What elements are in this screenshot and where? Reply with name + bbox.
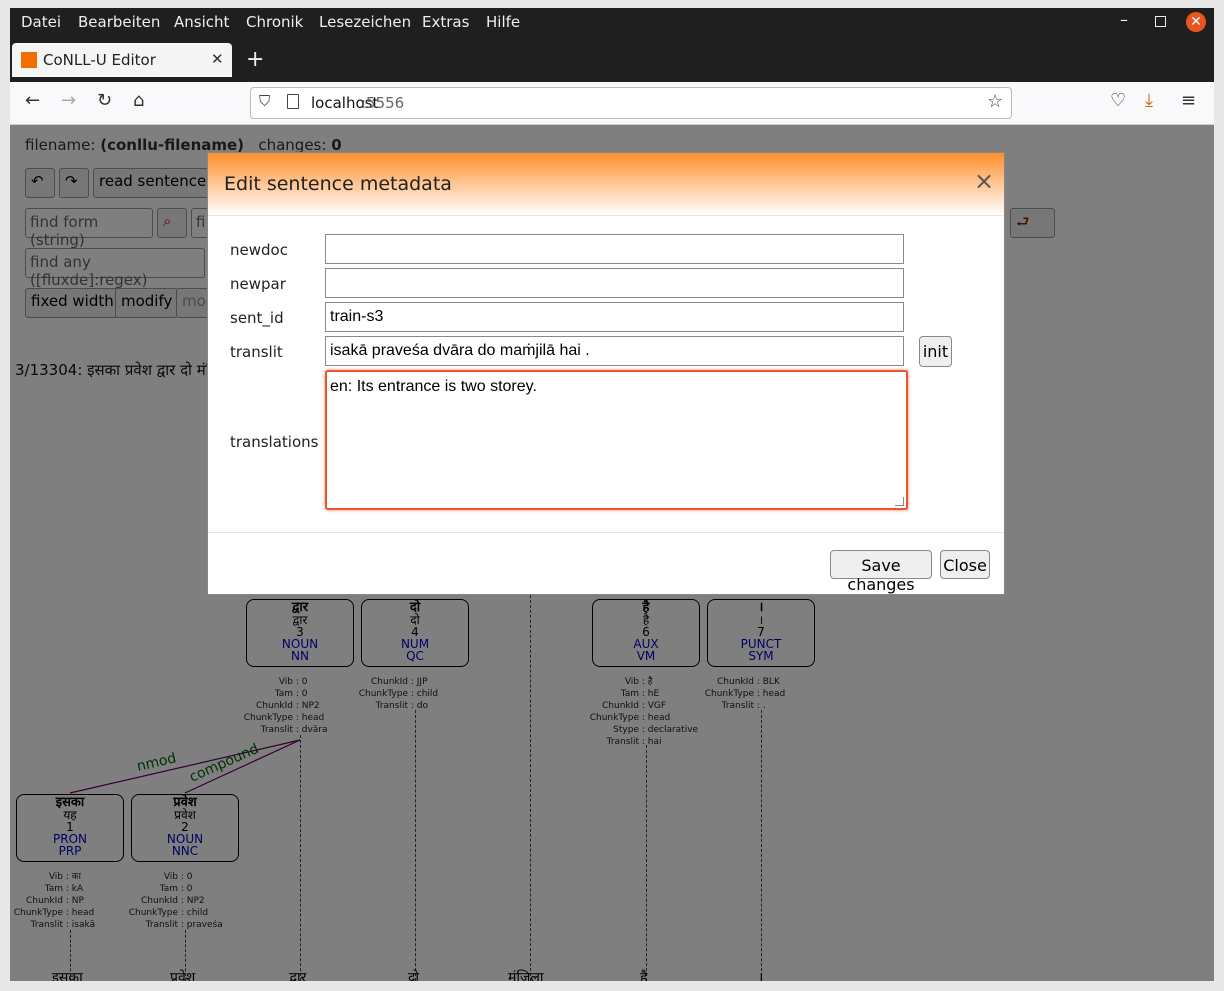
reload-icon[interactable]: ↻ (97, 90, 112, 111)
close-button[interactable]: Close (940, 550, 990, 579)
menu-extras[interactable]: Extras (422, 13, 469, 31)
back-icon[interactable]: ← (25, 90, 40, 111)
shield-icon[interactable]: ⛉ (259, 92, 270, 110)
edit-metadata-modal: Edit sentence metadata × newdoc newpar s… (207, 152, 1005, 595)
hamburger-menu-icon[interactable]: ≡ (1181, 90, 1196, 111)
save-changes-button[interactable]: Save changes (830, 550, 932, 594)
newpar-label: newpar (230, 275, 286, 293)
menu-chronik[interactable]: Chronik (246, 13, 303, 31)
newpar-field[interactable] (325, 268, 904, 298)
bookmark-star-icon[interactable]: ☆ (987, 91, 1003, 112)
menu-bar: Datei Bearbeiten Ansicht Chronik Lesezei… (10, 8, 1214, 38)
forward-icon[interactable]: → (61, 90, 76, 111)
home-icon[interactable]: ⌂ (133, 90, 144, 111)
minimize-icon[interactable]: – (1120, 10, 1128, 29)
close-window-icon[interactable]: ✕ (1186, 12, 1206, 32)
nav-bar: ← → ↻ ⌂ ⛉ localhost :5556 ☆ ♡ ⤓ ≡ (10, 82, 1214, 125)
url-bar[interactable]: ⛉ localhost :5556 ☆ (250, 87, 1012, 119)
resize-handle-icon[interactable] (895, 497, 904, 506)
modal-footer-divider (208, 532, 1004, 533)
new-tab-icon[interactable]: + (246, 47, 264, 72)
tab-close-icon[interactable]: ✕ (211, 50, 224, 68)
menu-bearbeiten[interactable]: Bearbeiten (78, 13, 160, 31)
translations-label: translations (230, 433, 319, 451)
modal-header: Edit sentence metadata × (208, 153, 1004, 216)
sent-id-field[interactable]: train-s3 (325, 302, 904, 332)
sent-id-label: sent_id (230, 309, 284, 327)
translit-field[interactable]: isakā praveśa dvāra do maṁjilā hai . (325, 336, 904, 366)
menu-ansicht[interactable]: Ansicht (174, 13, 229, 31)
download-icon[interactable]: ⤓ (1145, 90, 1153, 111)
maximize-icon[interactable] (1155, 16, 1166, 27)
translations-text: en: Its entrance is two storey. (330, 378, 542, 395)
newdoc-field[interactable] (325, 234, 904, 264)
url-port: :5556 (361, 94, 405, 112)
tab-conllu-editor[interactable]: CoNLL-U Editor ✕ (12, 43, 232, 77)
translations-textarea[interactable]: en: Its entrance is two storey. (325, 370, 908, 510)
tab-bar: CoNLL-U Editor ✕ + (10, 38, 1214, 82)
modal-title: Edit sentence metadata (224, 173, 452, 195)
menu-lesezeichen[interactable]: Lesezeichen (319, 13, 411, 31)
modal-close-icon[interactable]: × (974, 167, 994, 195)
favicon-icon (21, 52, 37, 68)
menu-hilfe[interactable]: Hilfe (486, 13, 520, 31)
translit-label: translit (230, 343, 283, 361)
init-button[interactable]: init (919, 336, 952, 367)
page-icon (287, 94, 299, 109)
newdoc-label: newdoc (230, 241, 288, 259)
tab-title: CoNLL-U Editor (43, 51, 156, 69)
pocket-icon[interactable]: ♡ (1110, 90, 1126, 111)
menu-datei[interactable]: Datei (21, 13, 61, 31)
